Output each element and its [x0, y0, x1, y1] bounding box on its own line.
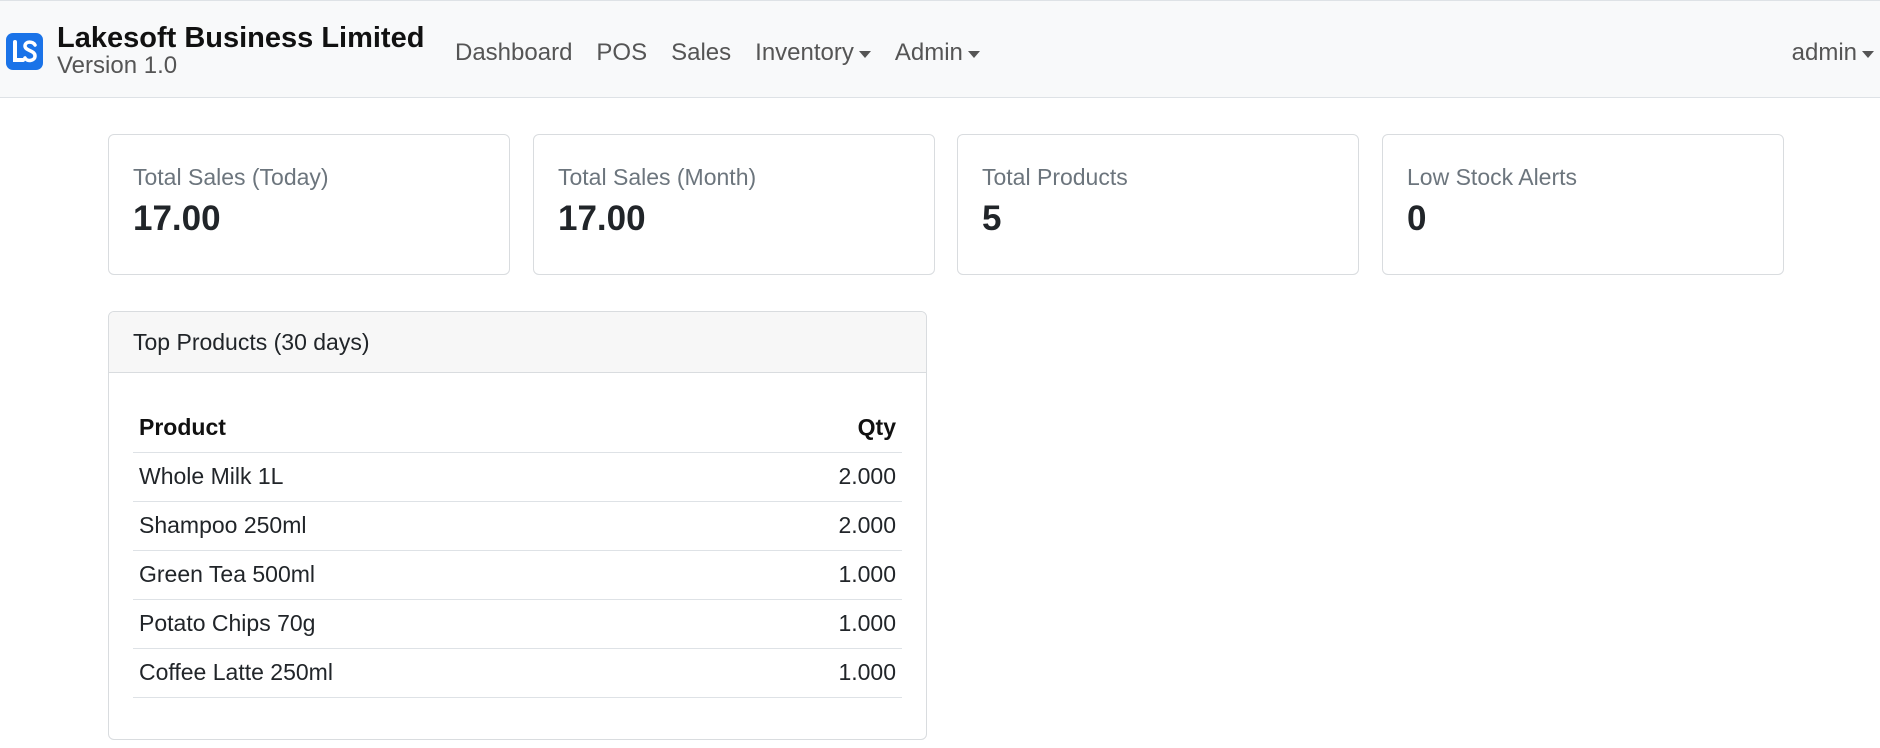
caret-down-icon — [1862, 50, 1874, 58]
product-qty-cell: 1.000 — [707, 550, 902, 600]
table-header-row: Product Qty — [133, 403, 902, 453]
table-row: Potato Chips 70g 1.000 — [133, 599, 902, 649]
table-row: Shampoo 250ml 2.000 — [133, 501, 902, 551]
stat-card-low-stock: Low Stock Alerts 0 — [1382, 134, 1784, 275]
stat-label: Low Stock Alerts — [1407, 164, 1578, 190]
user-menu-label: admin — [1791, 39, 1857, 66]
stat-value: 0 — [1407, 199, 1427, 238]
user-menu-dropdown[interactable]: admin — [1792, 37, 1874, 69]
product-qty-cell: 2.000 — [707, 501, 902, 551]
stat-value: 17.00 — [558, 199, 646, 238]
product-name-cell: Coffee Latte 250ml — [133, 648, 708, 698]
product-name-cell: Potato Chips 70g — [133, 599, 708, 649]
nav-pos-label: POS — [596, 39, 648, 66]
product-name-cell: Whole Milk 1L — [133, 452, 708, 502]
nav-inventory-label: Inventory — [755, 39, 854, 66]
product-name-cell: Green Tea 500ml — [133, 550, 708, 600]
stat-card-sales-today: Total Sales (Today) 17.00 — [108, 134, 510, 275]
top-navbar: Lakesoft Business Limited Version 1.0 Da… — [0, 0, 1880, 98]
product-qty-cell: 1.000 — [707, 648, 902, 698]
stat-label: Total Sales (Month) — [558, 164, 757, 190]
caret-down-icon — [967, 50, 980, 58]
brand-title[interactable]: Lakesoft Business Limited — [57, 21, 424, 55]
column-header-qty: Qty — [707, 403, 902, 453]
ls-logo-icon[interactable] — [6, 33, 43, 70]
stat-value: 5 — [982, 199, 1002, 238]
brand-version: Version 1.0 — [57, 52, 178, 79]
nav-admin-label: Admin — [894, 39, 963, 66]
stat-label: Total Sales (Today) — [133, 164, 329, 190]
table-row: Green Tea 500ml 1.000 — [133, 550, 902, 600]
top-products-card: Top Products (30 days) Product Qty Whole… — [108, 311, 927, 740]
stat-value: 17.00 — [133, 199, 221, 238]
stat-card-total-products: Total Products 5 — [957, 134, 1359, 275]
product-name-cell: Shampoo 250ml — [133, 501, 708, 551]
stat-card-sales-month: Total Sales (Month) 17.00 — [533, 134, 935, 275]
nav-admin-dropdown[interactable]: Admin — [883, 37, 992, 69]
table-row: Whole Milk 1L 2.000 — [133, 452, 902, 502]
top-products-table: Product Qty Whole Milk 1L 2.000 Shampoo … — [133, 403, 902, 698]
nav-sales-label: Sales — [671, 39, 732, 66]
stat-label: Total Products — [982, 164, 1128, 190]
column-header-product: Product — [133, 403, 708, 453]
nav-dashboard-label: Dashboard — [455, 39, 573, 66]
nav-dashboard[interactable]: Dashboard — [443, 37, 584, 69]
product-qty-cell: 2.000 — [707, 452, 902, 502]
top-products-title: Top Products (30 days) — [109, 312, 926, 373]
main-nav: Dashboard POS Sales Inventory Admin — [443, 37, 992, 69]
nav-pos[interactable]: POS — [584, 37, 659, 69]
product-qty-cell: 1.000 — [707, 599, 902, 649]
table-row: Coffee Latte 250ml 1.000 — [133, 648, 902, 698]
nav-inventory-dropdown[interactable]: Inventory — [743, 37, 883, 69]
nav-sales[interactable]: Sales — [659, 37, 743, 69]
caret-down-icon — [858, 50, 871, 58]
